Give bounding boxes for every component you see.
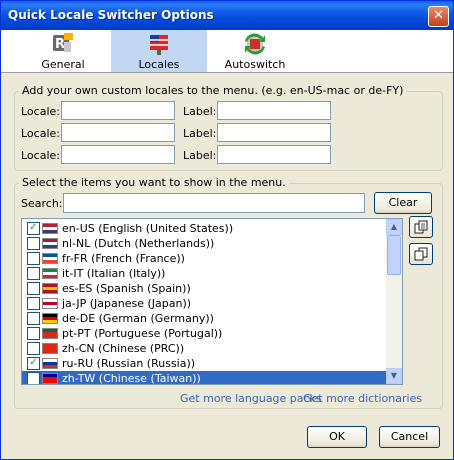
language-packs-link[interactable]: Get more language packs: [180, 392, 322, 405]
cancel-button[interactable]: Cancel: [379, 426, 440, 448]
list-scrollbar[interactable]: ▲ ▼: [386, 219, 402, 384]
scroll-thumb[interactable]: [387, 235, 401, 275]
general-icon: R: [53, 33, 73, 52]
item-checkbox[interactable]: [27, 297, 40, 310]
copy-icon: [414, 220, 428, 234]
flag-icon: [42, 223, 58, 234]
copy-alt-icon: [414, 247, 428, 261]
label-label-1: Label:: [183, 105, 217, 118]
locale-label-2: Locale:: [21, 127, 60, 140]
list-item[interactable]: fr-FR (French (France)): [22, 251, 386, 266]
label-input-2[interactable]: [217, 123, 331, 142]
scroll-down-arrow[interactable]: ▼: [386, 368, 402, 384]
item-checkbox[interactable]: ✓: [27, 357, 40, 370]
item-checkbox[interactable]: ✓: [27, 222, 40, 235]
copy-up-button[interactable]: [409, 216, 433, 238]
locale-label-1: Locale:: [21, 105, 60, 118]
list-item[interactable]: nl-NL (Dutch (Netherlands)): [22, 236, 386, 251]
item-checkbox[interactable]: [27, 312, 40, 325]
flag-icon: [42, 238, 58, 249]
item-checkbox[interactable]: [27, 327, 40, 340]
list-item[interactable]: ja-JP (Japanese (Japan)): [22, 296, 386, 311]
tab-autoswitch-label: Autoswitch: [224, 58, 286, 71]
item-label: de-DE (German (Germany)): [62, 312, 214, 325]
label-label-2: Label:: [183, 127, 217, 140]
title-bar[interactable]: Quick Locale Switcher Options ✕: [1, 1, 453, 30]
locale-input-2[interactable]: [61, 123, 175, 142]
item-label: it-IT (Italian (Italy)): [62, 267, 166, 280]
item-label: pt-PT (Portuguese (Portugal)): [62, 327, 223, 340]
label-label-3: Label:: [183, 149, 217, 162]
item-checkbox[interactable]: [27, 342, 40, 355]
label-input-3[interactable]: [217, 145, 331, 164]
list-item[interactable]: it-IT (Italian (Italy)): [22, 266, 386, 281]
tab-general-label: General: [41, 58, 85, 71]
locale-input-1[interactable]: [61, 101, 175, 120]
flag-icon: [42, 373, 58, 384]
item-checkbox[interactable]: [27, 372, 40, 384]
item-label: zh-TW (Chinese (Taiwan)): [62, 372, 201, 385]
close-button[interactable]: ✕: [428, 6, 449, 27]
item-label: en-US (English (United States)): [62, 222, 234, 235]
flag-icon: [42, 313, 58, 324]
item-checkbox[interactable]: [27, 267, 40, 280]
locales-icon: [150, 35, 168, 55]
options-dialog: Quick Locale Switcher Options ✕ R Genera…: [0, 0, 454, 460]
item-label: es-ES (Spanish (Spain)): [62, 282, 191, 295]
item-label: fr-FR (French (France)): [62, 252, 185, 265]
item-label: ru-RU (Russian (Russia)): [62, 357, 196, 370]
item-label: zh-CN (Chinese (PRC)): [62, 342, 185, 355]
flag-icon: [42, 358, 58, 369]
list-item[interactable]: zh-TW (Chinese (Taiwan)): [22, 371, 386, 385]
flag-icon: [42, 298, 58, 309]
item-checkbox[interactable]: [27, 237, 40, 250]
tab-general[interactable]: R General: [15, 30, 111, 72]
locale-label-3: Locale:: [21, 149, 60, 162]
locale-list[interactable]: ✓ en-US (English (United States)) nl-NL (D…: [21, 218, 403, 385]
item-label: ja-JP (Japanese (Japan)): [62, 297, 192, 310]
list-item[interactable]: de-DE (German (Germany)): [22, 311, 386, 326]
scroll-up-arrow[interactable]: ▲: [386, 219, 402, 235]
copy-down-button[interactable]: [409, 243, 433, 265]
flag-icon: [42, 268, 58, 279]
locale-input-3[interactable]: [61, 145, 175, 164]
dictionaries-link[interactable]: Get more dictionaries: [303, 392, 422, 405]
list-item[interactable]: pt-PT (Portuguese (Portugal)): [22, 326, 386, 341]
autoswitch-icon: [245, 33, 265, 55]
item-label: nl-NL (Dutch (Netherlands)): [62, 237, 215, 250]
ok-button[interactable]: OK: [307, 426, 367, 448]
tab-autoswitch[interactable]: Autoswitch: [207, 30, 303, 72]
flag-icon: [42, 253, 58, 264]
item-checkbox[interactable]: [27, 252, 40, 265]
options-toolbar: R General Locales Autoswitch: [1, 30, 453, 73]
flag-icon: [42, 343, 58, 354]
list-item[interactable]: es-ES (Spanish (Spain)): [22, 281, 386, 296]
label-input-1[interactable]: [217, 101, 331, 120]
list-item[interactable]: ✓ ru-RU (Russian (Russia)): [22, 356, 386, 371]
menu-items-legend: Select the items you want to show in the…: [19, 176, 289, 189]
list-item[interactable]: ✓ en-US (English (United States)): [22, 221, 386, 236]
svg-text:R: R: [55, 37, 65, 52]
clear-button[interactable]: Clear: [374, 192, 432, 214]
tab-locales-label: Locales: [138, 58, 180, 71]
search-input[interactable]: [63, 193, 365, 213]
custom-locales-legend: Add your own custom locales to the menu.…: [19, 84, 407, 97]
window-title: Quick Locale Switcher Options: [8, 8, 214, 22]
tab-locales[interactable]: Locales: [111, 30, 207, 72]
flag-icon: [42, 328, 58, 339]
item-checkbox[interactable]: [27, 282, 40, 295]
list-item[interactable]: zh-CN (Chinese (PRC)): [22, 341, 386, 356]
flag-icon: [42, 283, 58, 294]
search-label: Search:: [21, 197, 63, 210]
